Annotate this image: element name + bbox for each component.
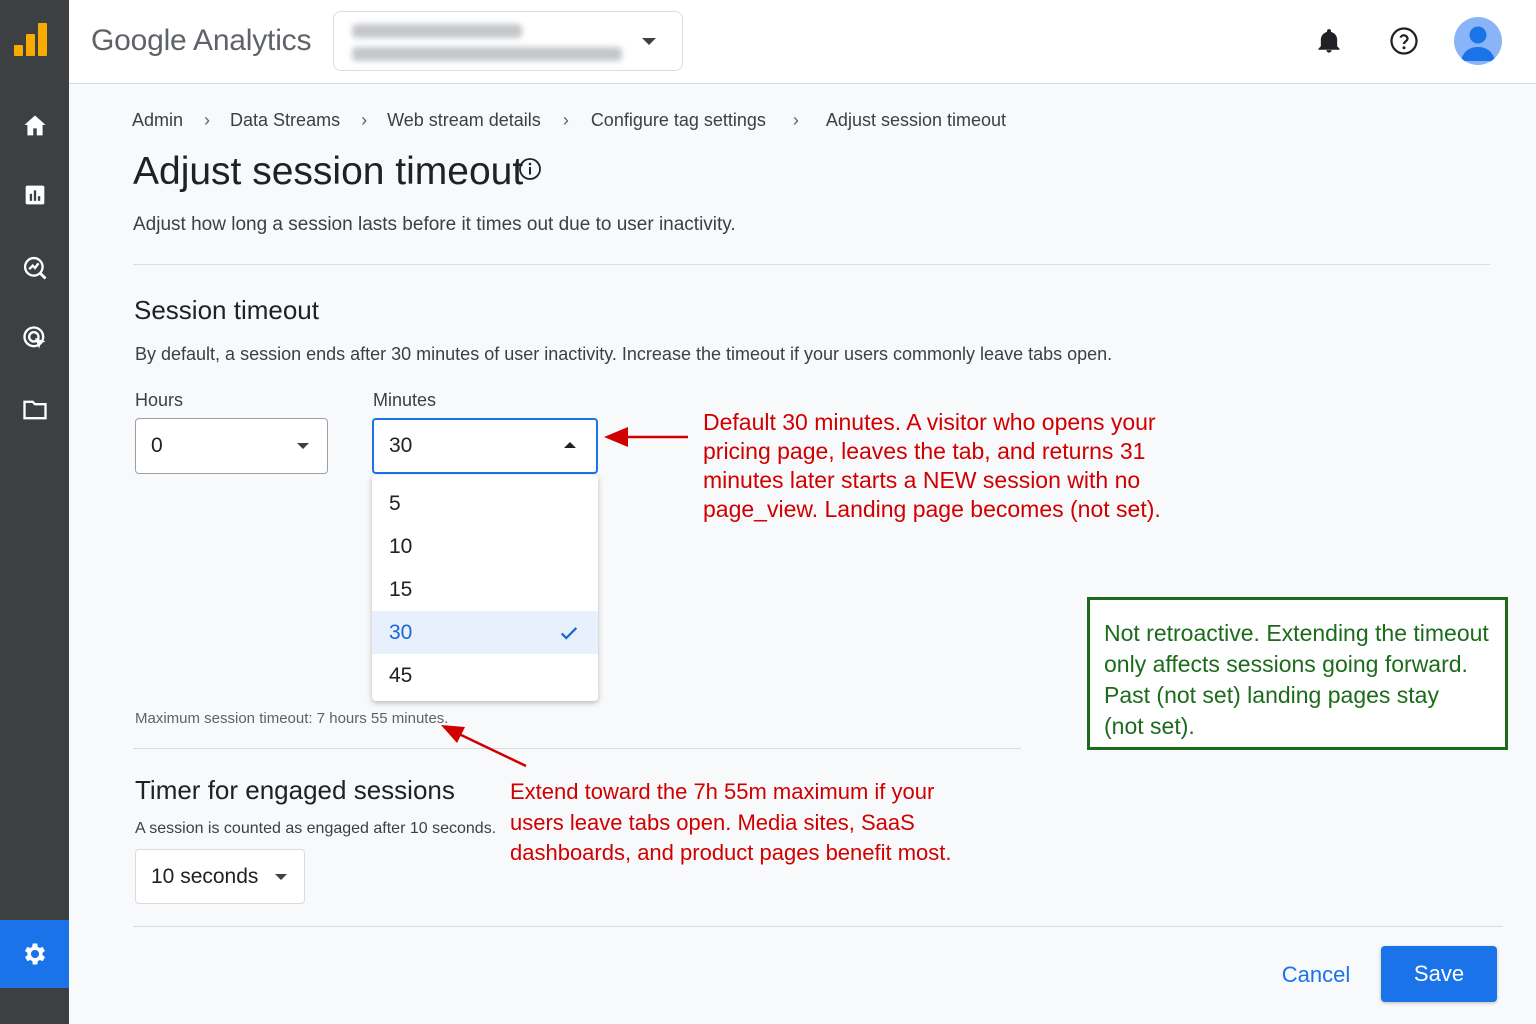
breadcrumb-separator: › — [792, 110, 799, 130]
left-navigation-rail — [0, 0, 69, 1024]
arrow-head-icon — [441, 725, 465, 743]
advertising-icon[interactable] — [0, 310, 69, 366]
option-label: 10 — [389, 534, 413, 558]
annotation-line: (not set). — [1104, 713, 1195, 739]
option-label: 15 — [389, 577, 413, 601]
breadcrumb: Admin › Data Streams › Web stream detail… — [132, 110, 1006, 131]
divider — [133, 264, 1490, 265]
account-avatar-icon[interactable] — [1454, 17, 1502, 65]
breadcrumb-separator: › — [562, 110, 569, 130]
divider — [133, 748, 1021, 749]
breadcrumb-configure-tag-settings[interactable]: Configure tag settings — [591, 110, 766, 131]
reports-icon[interactable] — [0, 167, 69, 223]
minutes-option-45[interactable]: 45 — [372, 654, 598, 697]
annotation-line: page_view. Landing page becomes (not set… — [703, 496, 1161, 522]
notifications-bell-icon[interactable] — [1312, 24, 1346, 58]
arrow-head-icon — [604, 427, 628, 447]
engaged-timer-value: 10 seconds — [151, 864, 259, 888]
engaged-timer-description: A session is counted as engaged after 10… — [135, 820, 497, 837]
option-label: 30 — [389, 620, 413, 644]
divider — [133, 926, 1503, 927]
cancel-button[interactable]: Cancel — [1268, 956, 1364, 994]
annotation-line: Past (not set) landing pages stay — [1104, 682, 1439, 708]
account-name-redacted — [352, 24, 522, 38]
minutes-option-5[interactable]: 5 — [372, 482, 598, 525]
annotation-default-timeout: Default 30 minutes. A visitor who opens … — [703, 408, 1161, 524]
analytics-logo-icon[interactable] — [14, 22, 48, 56]
breadcrumb-separator: › — [361, 110, 368, 130]
chevron-down-icon — [642, 38, 656, 45]
session-timeout-heading: Session timeout — [134, 295, 319, 325]
annotation-line: dashboards, and product pages benefit mo… — [510, 840, 952, 865]
breadcrumb-admin[interactable]: Admin — [132, 110, 183, 131]
annotation-line: pricing page, leaves the tab, and return… — [703, 438, 1146, 464]
annotation-line: Extend toward the 7h 55m maximum if your — [510, 779, 935, 804]
arrow-to-max-note — [458, 732, 527, 768]
save-button[interactable]: Save — [1381, 946, 1497, 1002]
max-timeout-note: Maximum session timeout: 7 hours 55 minu… — [135, 710, 449, 727]
breadcrumb-separator: › — [204, 110, 211, 130]
property-name-redacted — [352, 47, 622, 61]
annotation-line: Default 30 minutes. A visitor who opens … — [703, 409, 1156, 435]
minutes-options-menu: 5 10 15 30 45 — [372, 475, 598, 701]
breadcrumb-data-streams[interactable]: Data Streams — [230, 110, 340, 131]
dropdown-arrow-icon — [297, 443, 309, 449]
minutes-option-15[interactable]: 15 — [372, 568, 598, 611]
minutes-option-10[interactable]: 10 — [372, 525, 598, 568]
admin-gear-icon[interactable] — [0, 920, 69, 988]
explore-icon[interactable] — [0, 240, 69, 296]
option-label: 5 — [389, 491, 401, 515]
session-timeout-description: By default, a session ends after 30 minu… — [135, 344, 1113, 364]
dropdown-arrow-up-icon — [564, 442, 576, 448]
breadcrumb-web-stream-details[interactable]: Web stream details — [387, 110, 541, 131]
minutes-label: Minutes — [373, 390, 437, 410]
engaged-timer-select[interactable]: 10 seconds — [135, 849, 305, 904]
product-name[interactable]: Google Analytics — [91, 24, 311, 58]
minutes-value: 30 — [389, 434, 413, 457]
breadcrumb-current-page: Adjust session timeout — [825, 110, 1007, 130]
checkmark-icon — [560, 627, 578, 640]
account-property-selector[interactable] — [333, 11, 683, 71]
page-subtitle: Adjust how long a session lasts before i… — [133, 214, 736, 235]
dropdown-arrow-icon — [275, 873, 287, 880]
engaged-timer-heading: Timer for engaged sessions — [135, 775, 455, 805]
annotation-extend-timeout: Extend toward the 7h 55m maximum if your… — [510, 777, 952, 869]
top-app-bar: Google Analytics — [69, 0, 1536, 84]
hours-select[interactable]: 0 — [135, 418, 328, 474]
annotation-line: users leave tabs open. Media sites, SaaS — [510, 809, 915, 835]
minutes-select[interactable]: 30 — [372, 418, 598, 474]
help-icon[interactable] — [1387, 24, 1421, 58]
folder-icon[interactable] — [0, 382, 69, 438]
annotation-line: minutes later starts a NEW session with … — [703, 467, 1141, 493]
annotation-line: only affects sessions going forward. — [1104, 651, 1468, 677]
home-icon[interactable] — [0, 98, 69, 154]
annotation-not-retroactive: Not retroactive. Extending the timeout o… — [1087, 597, 1508, 750]
minutes-option-30-selected[interactable]: 30 — [372, 611, 598, 654]
info-icon[interactable] — [518, 157, 542, 181]
hours-value: 0 — [151, 434, 163, 457]
hours-label: Hours — [135, 390, 184, 410]
option-label: 45 — [389, 663, 413, 687]
annotation-line: Not retroactive. Extending the timeout — [1104, 620, 1489, 646]
page-title: Adjust session timeout — [133, 150, 524, 193]
